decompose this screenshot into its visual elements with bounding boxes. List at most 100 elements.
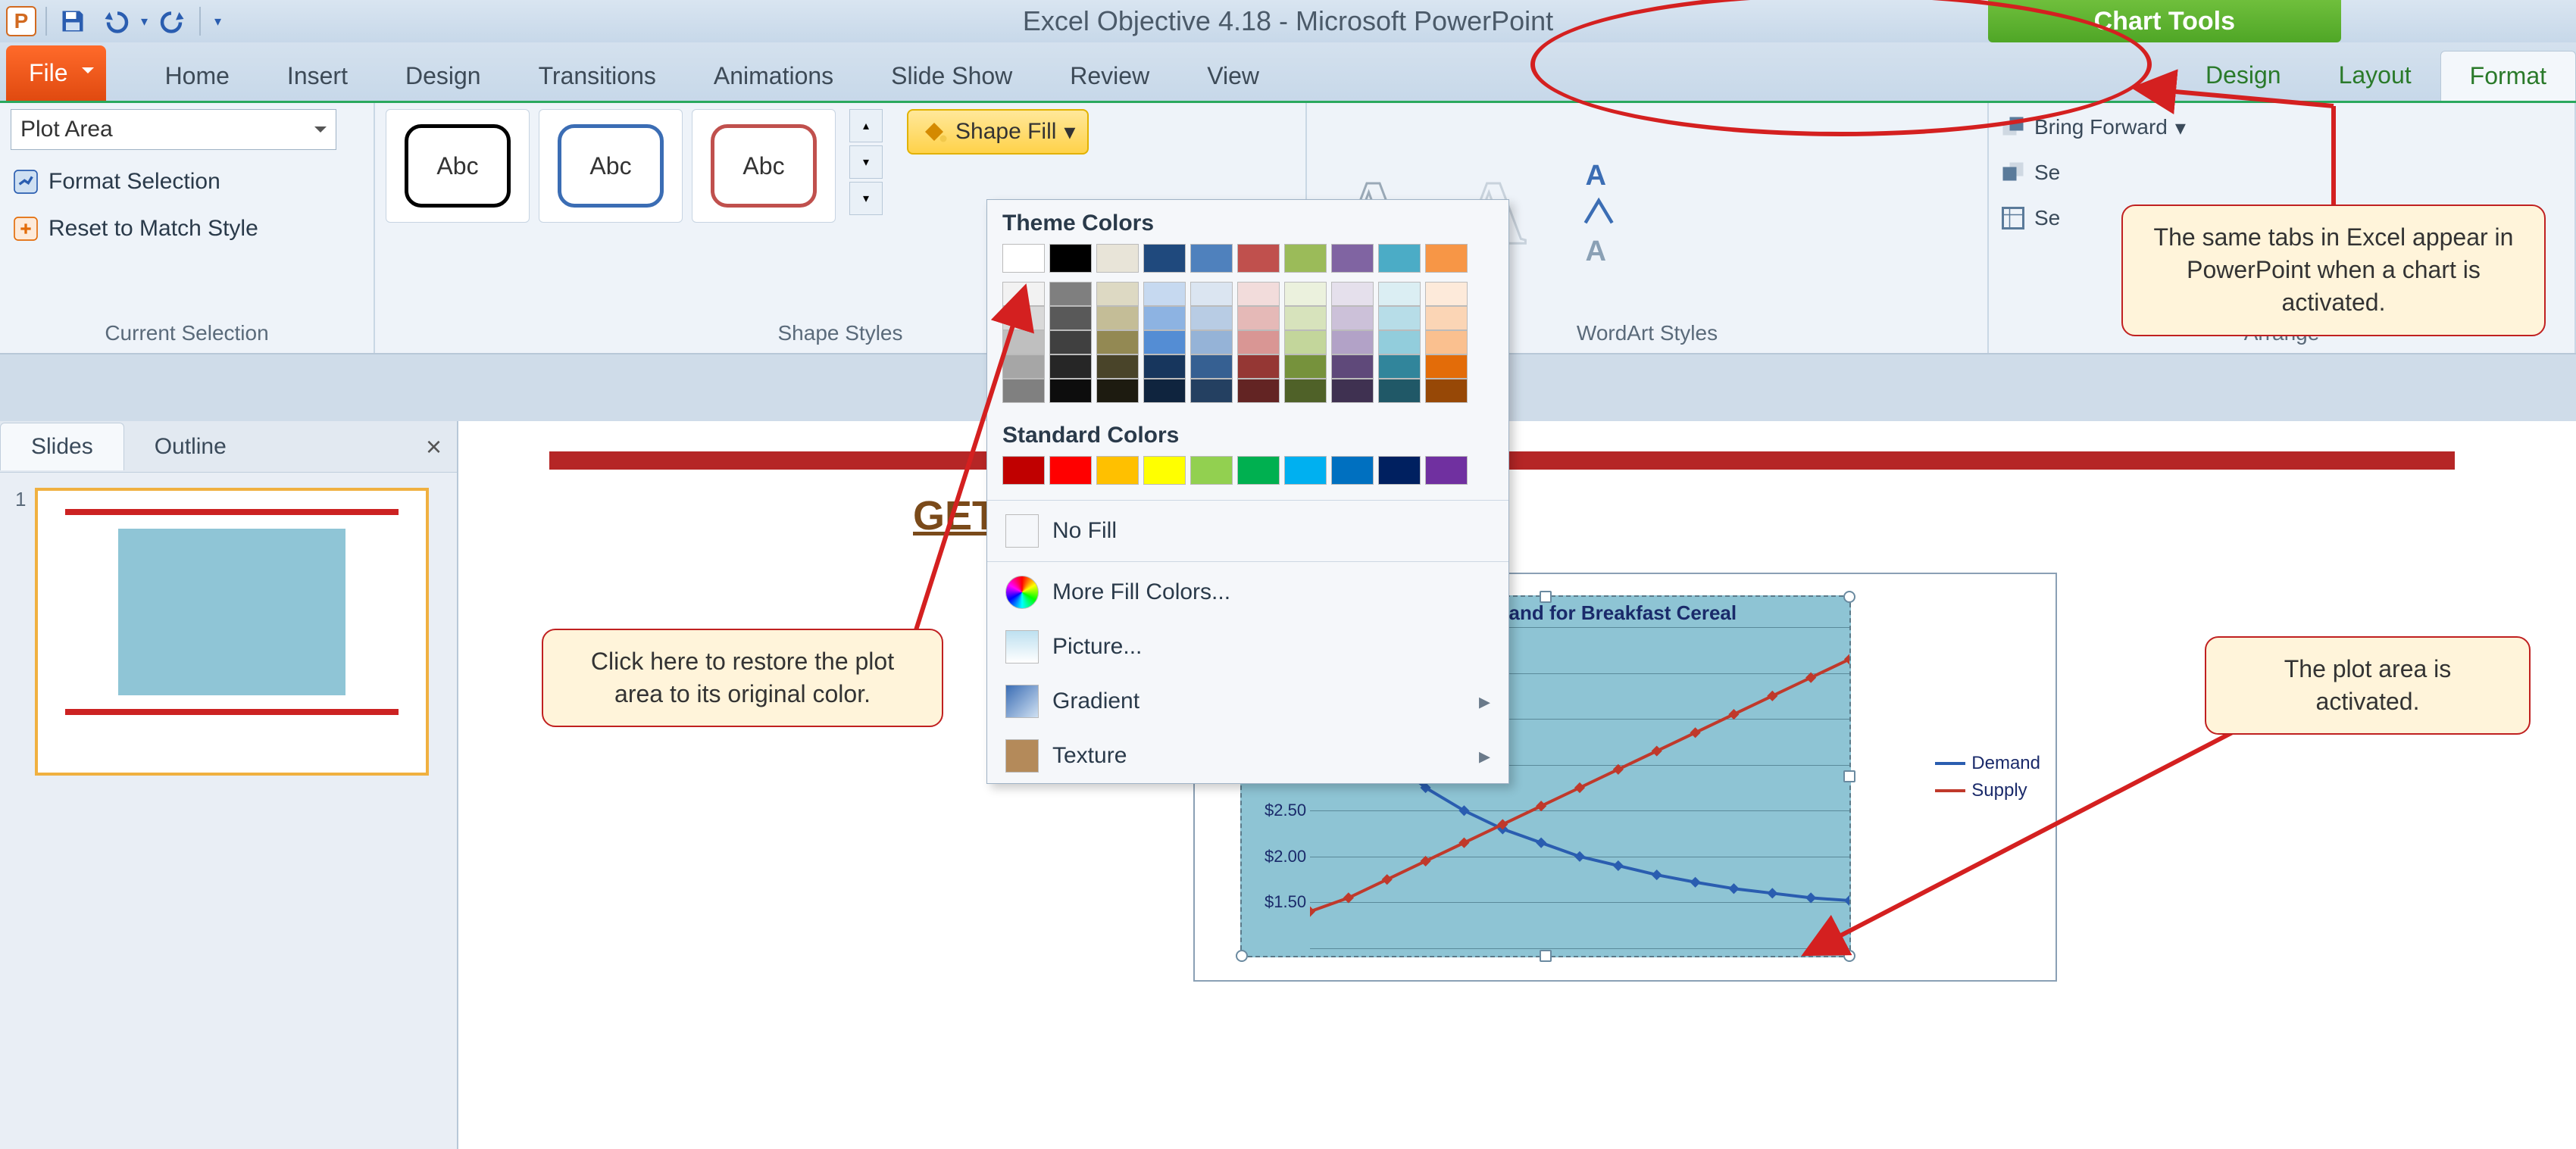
tab-insert[interactable]: Insert bbox=[258, 52, 377, 101]
color-swatch[interactable] bbox=[1190, 330, 1233, 354]
color-swatch[interactable] bbox=[1425, 306, 1468, 330]
color-swatch[interactable] bbox=[1284, 354, 1327, 379]
tab-review[interactable]: Review bbox=[1041, 52, 1178, 101]
color-swatch[interactable] bbox=[1284, 282, 1327, 306]
color-swatch[interactable] bbox=[1284, 306, 1327, 330]
color-swatch[interactable] bbox=[1331, 379, 1374, 403]
more-fill-colors-option[interactable]: More Fill Colors... bbox=[987, 565, 1508, 620]
color-swatch[interactable] bbox=[1049, 306, 1092, 330]
color-swatch[interactable] bbox=[1002, 244, 1045, 273]
send-backward-button[interactable]: Se bbox=[1999, 159, 2060, 186]
color-swatch[interactable] bbox=[1331, 330, 1374, 354]
color-swatch[interactable] bbox=[1002, 379, 1045, 403]
no-fill-option[interactable]: No Fill bbox=[987, 504, 1508, 558]
text-effects-icon[interactable]: A bbox=[1580, 234, 1626, 267]
color-swatch[interactable] bbox=[1096, 379, 1139, 403]
color-swatch[interactable] bbox=[1049, 330, 1092, 354]
color-swatch[interactable] bbox=[1002, 456, 1045, 485]
color-swatch[interactable] bbox=[1331, 244, 1374, 273]
color-swatch[interactable] bbox=[1284, 379, 1327, 403]
color-swatch[interactable] bbox=[1143, 354, 1186, 379]
color-swatch[interactable] bbox=[1378, 306, 1421, 330]
color-swatch[interactable] bbox=[1002, 282, 1045, 306]
text-outline-icon[interactable] bbox=[1580, 196, 1626, 229]
color-swatch[interactable] bbox=[1049, 354, 1092, 379]
outline-tab[interactable]: Outline bbox=[124, 423, 257, 470]
tab-design[interactable]: Design bbox=[377, 52, 510, 101]
color-swatch[interactable] bbox=[1378, 244, 1421, 273]
color-swatch[interactable] bbox=[1002, 330, 1045, 354]
color-swatch[interactable] bbox=[1049, 456, 1092, 485]
color-swatch[interactable] bbox=[1143, 306, 1186, 330]
color-swatch[interactable] bbox=[1190, 282, 1233, 306]
reset-style-button[interactable]: Reset to Match Style bbox=[11, 214, 363, 244]
style-nav-up[interactable]: ▴ bbox=[849, 109, 883, 142]
chart-element-selector[interactable]: Plot Area bbox=[11, 109, 336, 150]
shape-fill-button[interactable]: Shape Fill ▾ bbox=[907, 109, 1089, 155]
close-icon[interactable]: × bbox=[426, 431, 442, 463]
color-swatch[interactable] bbox=[1237, 354, 1280, 379]
color-swatch[interactable] bbox=[1190, 244, 1233, 273]
color-swatch[interactable] bbox=[1002, 354, 1045, 379]
color-swatch[interactable] bbox=[1143, 456, 1186, 485]
color-swatch[interactable] bbox=[1143, 379, 1186, 403]
selection-pane-button[interactable]: Se bbox=[1999, 205, 2060, 232]
color-swatch[interactable] bbox=[1331, 456, 1374, 485]
color-swatch[interactable] bbox=[1049, 244, 1092, 273]
color-swatch[interactable] bbox=[1096, 456, 1139, 485]
redo-icon[interactable] bbox=[157, 5, 190, 38]
color-swatch[interactable] bbox=[1284, 244, 1327, 273]
tab-slide-show[interactable]: Slide Show bbox=[862, 52, 1041, 101]
color-swatch[interactable] bbox=[1143, 244, 1186, 273]
color-swatch[interactable] bbox=[1237, 282, 1280, 306]
color-swatch[interactable] bbox=[1096, 354, 1139, 379]
color-swatch[interactable] bbox=[1331, 354, 1374, 379]
color-swatch[interactable] bbox=[1096, 330, 1139, 354]
slide-thumbnail-1[interactable] bbox=[35, 488, 429, 776]
color-swatch[interactable] bbox=[1378, 282, 1421, 306]
tab-home[interactable]: Home bbox=[136, 52, 258, 101]
color-swatch[interactable] bbox=[1002, 306, 1045, 330]
color-swatch[interactable] bbox=[1425, 354, 1468, 379]
color-swatch[interactable] bbox=[1190, 354, 1233, 379]
color-swatch[interactable] bbox=[1096, 282, 1139, 306]
color-swatch[interactable] bbox=[1190, 379, 1233, 403]
tab-chart-design[interactable]: Design bbox=[2177, 51, 2310, 101]
format-selection-button[interactable]: Format Selection bbox=[11, 167, 363, 197]
picture-fill-option[interactable]: Picture... bbox=[987, 620, 1508, 674]
color-swatch[interactable] bbox=[1378, 456, 1421, 485]
color-swatch[interactable] bbox=[1237, 306, 1280, 330]
color-swatch[interactable] bbox=[1378, 379, 1421, 403]
color-swatch[interactable] bbox=[1425, 330, 1468, 354]
text-fill-icon[interactable]: A bbox=[1580, 158, 1626, 192]
tab-transitions[interactable]: Transitions bbox=[510, 52, 685, 101]
color-swatch[interactable] bbox=[1378, 354, 1421, 379]
file-tab[interactable]: File bbox=[6, 45, 106, 101]
color-swatch[interactable] bbox=[1237, 379, 1280, 403]
color-swatch[interactable] bbox=[1331, 282, 1374, 306]
color-swatch[interactable] bbox=[1143, 330, 1186, 354]
color-swatch[interactable] bbox=[1425, 379, 1468, 403]
color-swatch[interactable] bbox=[1425, 282, 1468, 306]
color-swatch[interactable] bbox=[1190, 306, 1233, 330]
color-swatch[interactable] bbox=[1190, 456, 1233, 485]
color-swatch[interactable] bbox=[1425, 456, 1468, 485]
undo-icon[interactable] bbox=[98, 5, 132, 38]
shape-style-3[interactable]: Abc bbox=[692, 109, 836, 223]
bring-forward-button[interactable]: Bring Forward ▾ bbox=[1999, 114, 2186, 141]
tab-view[interactable]: View bbox=[1178, 52, 1288, 101]
tab-animations[interactable]: Animations bbox=[685, 52, 862, 101]
save-icon[interactable] bbox=[56, 5, 89, 38]
color-swatch[interactable] bbox=[1096, 306, 1139, 330]
tab-chart-format[interactable]: Format bbox=[2440, 51, 2576, 101]
style-nav-down[interactable]: ▾ bbox=[849, 145, 883, 179]
color-swatch[interactable] bbox=[1049, 379, 1092, 403]
color-swatch[interactable] bbox=[1284, 330, 1327, 354]
color-swatch[interactable] bbox=[1049, 282, 1092, 306]
shape-style-2[interactable]: Abc bbox=[539, 109, 683, 223]
tab-chart-layout[interactable]: Layout bbox=[2310, 51, 2440, 101]
color-swatch[interactable] bbox=[1096, 244, 1139, 273]
color-swatch[interactable] bbox=[1378, 330, 1421, 354]
color-swatch[interactable] bbox=[1237, 330, 1280, 354]
style-nav-more[interactable]: ▾ bbox=[849, 182, 883, 215]
